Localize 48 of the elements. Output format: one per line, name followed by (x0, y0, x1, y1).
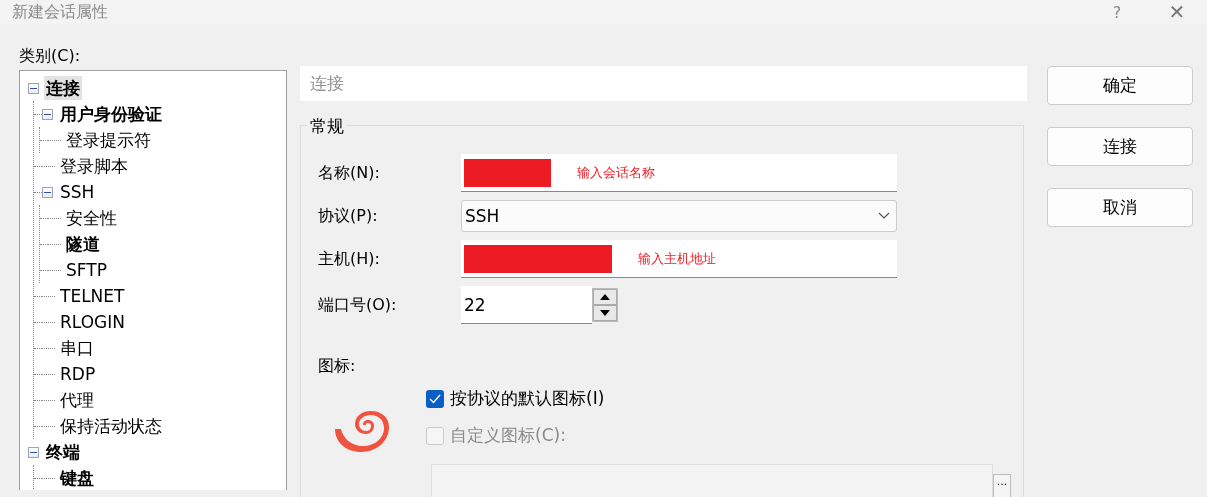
tree-item[interactable]: 登录脚本 (58, 154, 130, 178)
field-label: 端口号(O): (318, 294, 398, 316)
dialog-button[interactable]: 连接 (1047, 127, 1193, 166)
tree-item[interactable]: SFTP (64, 258, 109, 282)
spiral-icon (333, 411, 389, 452)
checkbox[interactable]: 按协议的默认图标(I) (426, 387, 605, 410)
annotation-text: 输入主机地址 (638, 249, 716, 268)
tree-item[interactable]: RLOGIN (58, 310, 127, 334)
protocol-dropdown[interactable]: SSH (461, 200, 897, 232)
tree-item[interactable]: 用户身份验证 (58, 102, 164, 126)
field-label: 协议(P): (318, 205, 379, 227)
port-field[interactable]: 22 (461, 286, 592, 324)
check-icon (429, 393, 441, 404)
text-field[interactable]: 输入主机地址 (461, 240, 897, 278)
field-label: 名称(N): (318, 162, 381, 184)
collapse-icon[interactable] (28, 446, 39, 458)
collapse-icon[interactable] (28, 82, 39, 94)
text-field[interactable]: 输入会话名称 (461, 154, 897, 192)
tree-item[interactable]: 代理 (58, 388, 96, 412)
window-title: 新建会话属性 (12, 1, 109, 23)
tree-item[interactable]: 登录提示符 (64, 128, 153, 152)
tree-item[interactable]: 连接 (44, 76, 82, 100)
spin-down-button[interactable] (593, 305, 617, 321)
panel-header: 连接 (300, 66, 1027, 101)
chevron-down-icon (878, 212, 890, 220)
tree-item[interactable]: SSH (58, 180, 97, 204)
icon-path-field[interactable] (431, 464, 993, 497)
field-label: 主机(H): (318, 248, 381, 270)
browse-button[interactable]: ... (993, 474, 1011, 497)
close-button[interactable]: ✕ (1147, 0, 1207, 24)
tree-item[interactable]: 安全性 (64, 206, 119, 230)
down-arrow-icon (600, 310, 610, 316)
tree-item[interactable]: 隧道 (64, 232, 102, 256)
collapse-icon[interactable] (42, 186, 53, 198)
tree-item[interactable]: TELNET (58, 284, 127, 308)
tree-item[interactable]: 终端 (44, 440, 82, 464)
annotation-text: 输入会话名称 (577, 163, 655, 182)
spin-up-button[interactable] (593, 289, 617, 305)
up-arrow-icon (600, 294, 610, 300)
collapse-icon[interactable] (42, 108, 53, 120)
dialog-button[interactable]: 取消 (1047, 188, 1193, 227)
tree-item[interactable]: 保持活动状态 (58, 414, 164, 438)
tree-item[interactable]: RDP (58, 362, 98, 386)
icon-label: 图标: (318, 356, 356, 375)
dialog-button[interactable]: 确定 (1047, 66, 1193, 105)
tree-item[interactable]: 串口 (58, 336, 96, 360)
category-label: 类别(C): (19, 46, 82, 67)
tree-item[interactable]: 键盘 (58, 466, 96, 490)
